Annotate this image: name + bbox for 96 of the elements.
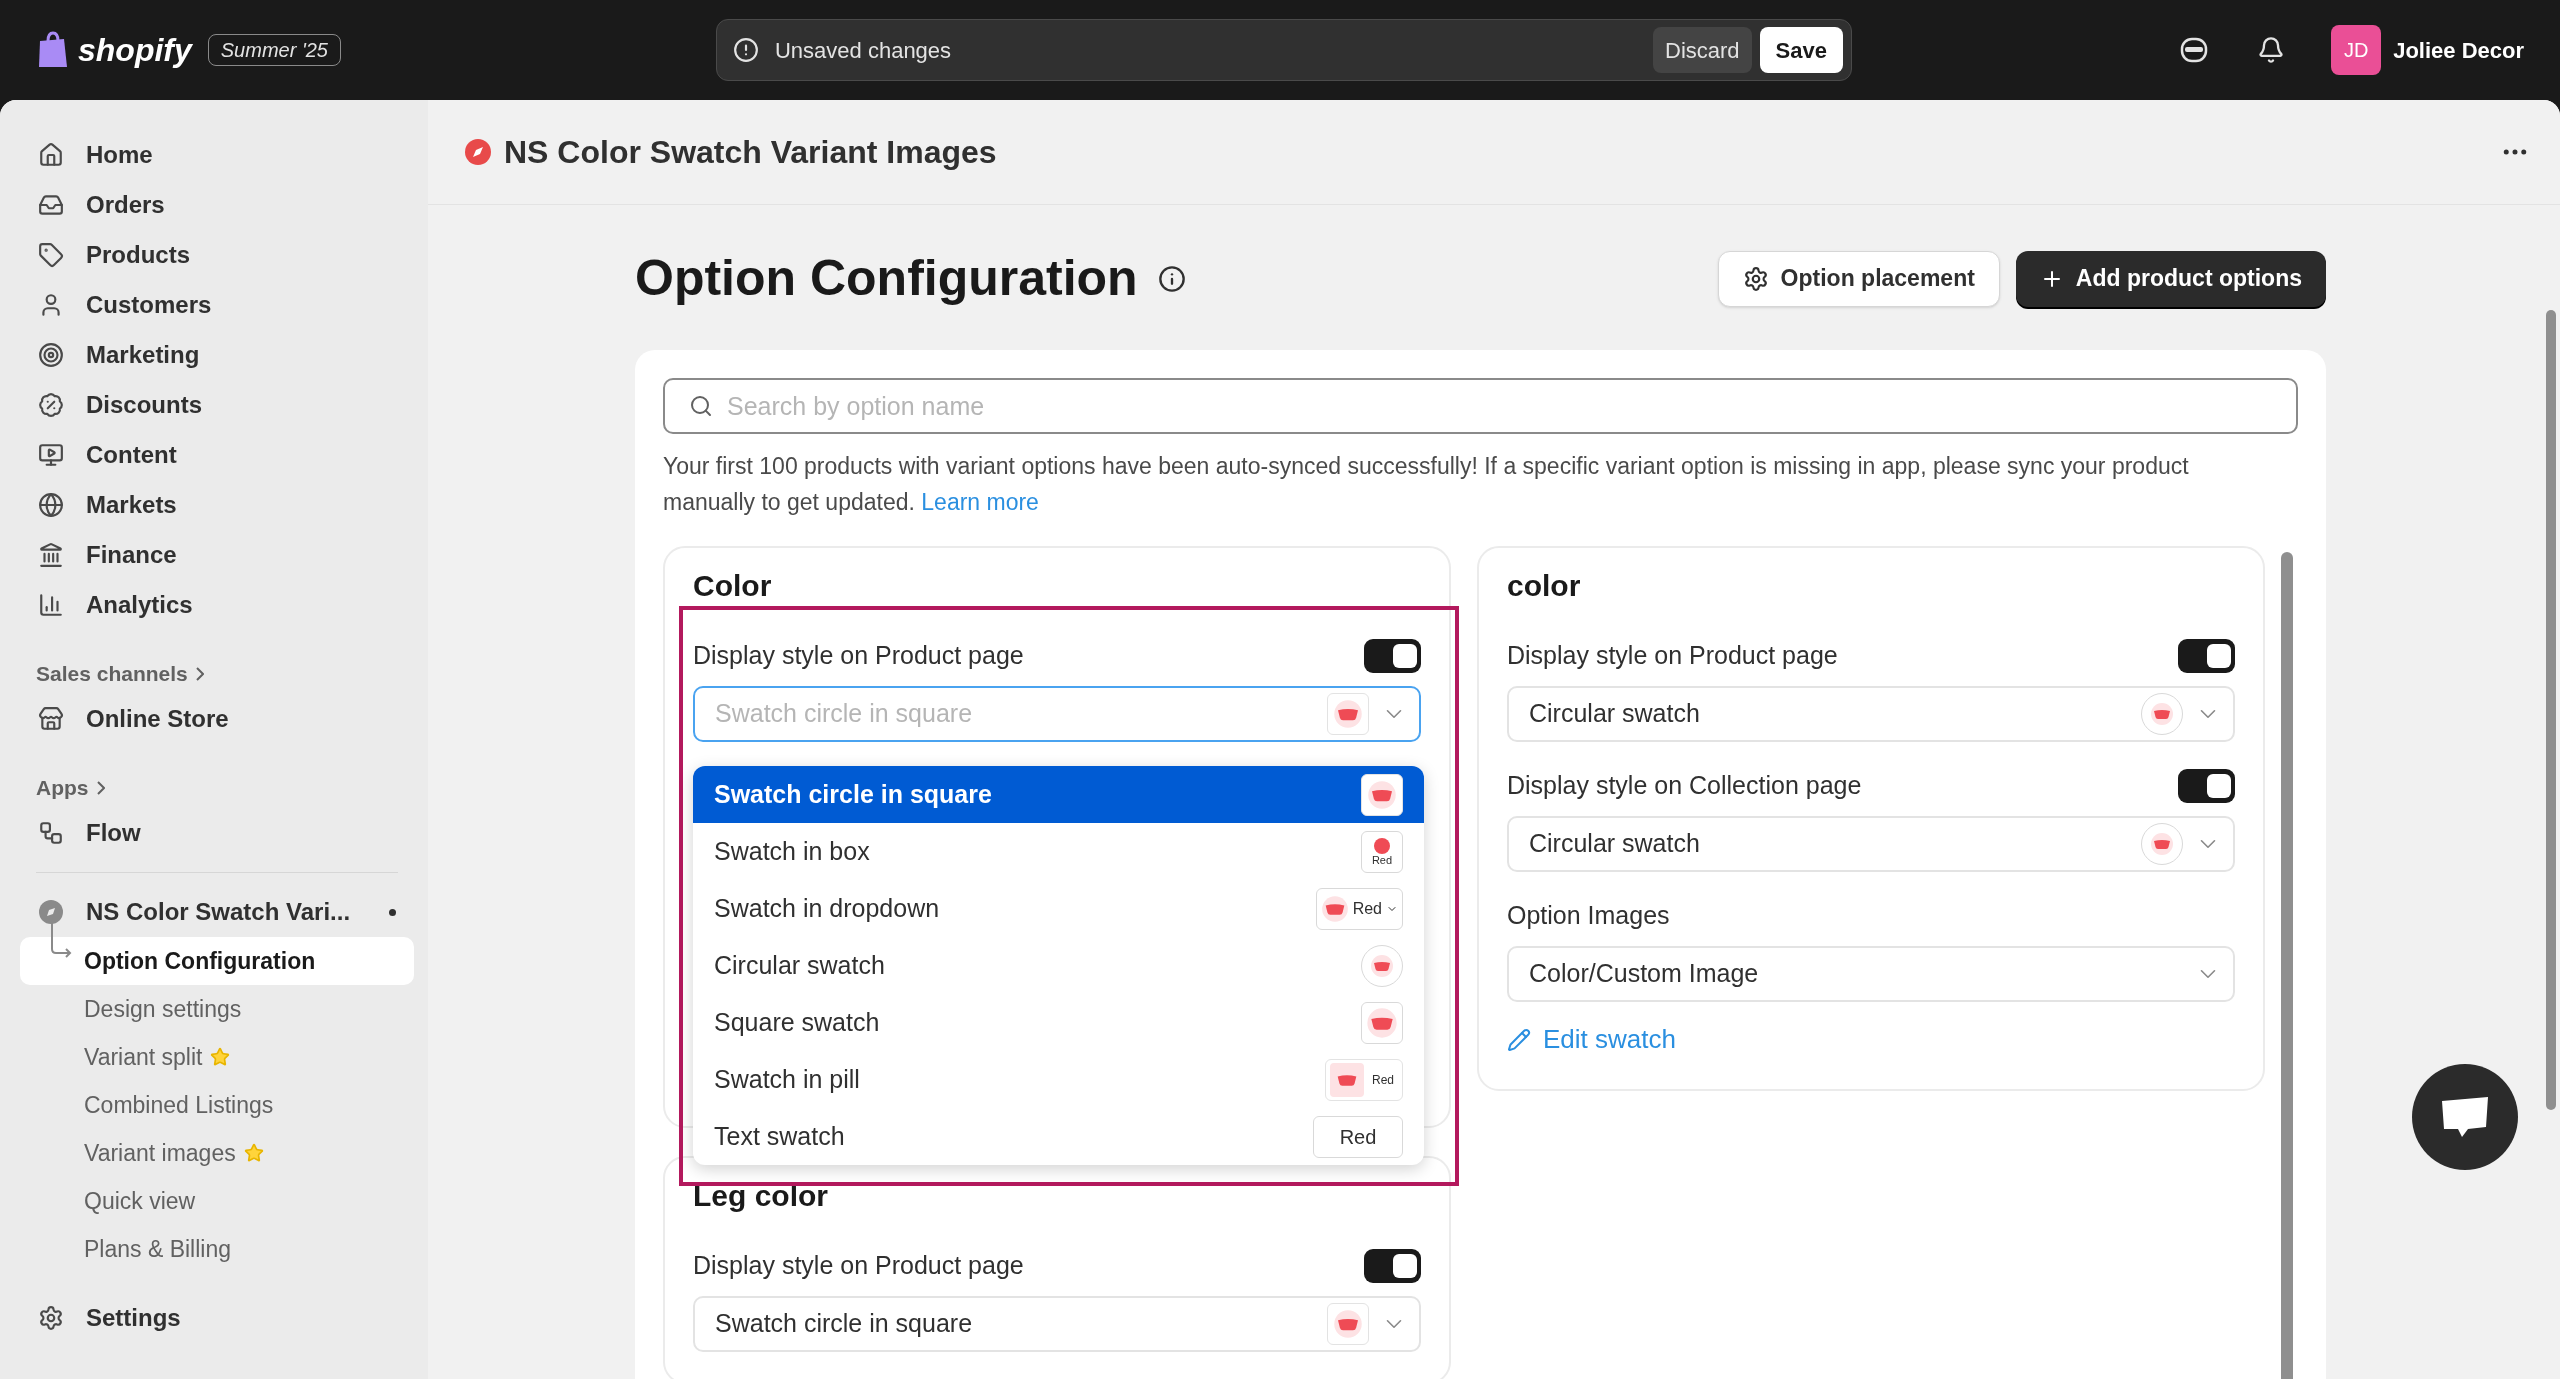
nav-item[interactable]: Online Store [20, 694, 414, 744]
select-field[interactable]: Swatch circle in square [693, 1296, 1421, 1352]
setting-label: Display style on Collection page [1507, 770, 1862, 802]
add-options-button[interactable]: Add product options [2015, 250, 2326, 307]
search-field[interactable]: Search by option name [663, 378, 2298, 434]
nav-item[interactable]: Markets [20, 480, 414, 530]
subnav-item[interactable]: Quick view [20, 1177, 414, 1225]
nav-item[interactable]: Finance [20, 530, 414, 580]
compass-icon [38, 899, 64, 925]
select-field[interactable]: Circular swatch [1507, 816, 2235, 872]
info-icon[interactable] [1157, 264, 1186, 293]
select-field[interactable]: Color/Custom Image [1507, 946, 2235, 1002]
user-name[interactable]: Joliee Decor [2393, 33, 2524, 67]
subnav-item[interactable]: Plans & Billing [20, 1225, 414, 1273]
bowl-icon [2150, 832, 2174, 856]
nav-item[interactable]: Orders [20, 180, 414, 230]
monitor-icon [38, 442, 64, 468]
chevron-icon [96, 781, 105, 795]
page-title: Option Configuration [635, 249, 1138, 308]
nav-item[interactable]: Products [20, 230, 414, 280]
inbox-icon [38, 192, 64, 218]
select-field[interactable]: Circular swatch [1507, 686, 2235, 742]
section-heading[interactable]: Sales channels [36, 658, 188, 690]
edition-badge: Summer '25 [207, 34, 341, 66]
option-title: Leg color [693, 1178, 829, 1214]
alert-icon [732, 37, 759, 63]
toggle-switch[interactable] [2178, 639, 2235, 673]
discard-button[interactable]: Discard [1653, 27, 1752, 73]
page-scrollbar[interactable] [2546, 310, 2556, 1110]
dropdown-option[interactable]: Circular swatch [693, 937, 1424, 994]
bowl-icon [1333, 699, 1363, 729]
dropdown-option[interactable]: Swatch in box Red [693, 823, 1424, 880]
section-heading[interactable]: Apps [36, 772, 89, 804]
nav-item[interactable]: Home [20, 130, 414, 180]
toggle-switch[interactable] [2178, 769, 2235, 803]
pencil-icon [1507, 1027, 1531, 1052]
bowl-icon [1367, 779, 1397, 810]
home-icon [38, 142, 64, 168]
shopping-bag-icon [36, 31, 70, 69]
store-icon [38, 706, 64, 732]
app-title: NS Color Swatch Variant Images [504, 133, 998, 172]
toggle-switch[interactable] [1364, 1249, 1421, 1283]
flow-icon [38, 820, 64, 846]
gear-icon [1742, 265, 1769, 292]
subnav-item[interactable]: Variant split [20, 1033, 414, 1081]
nav-item[interactable]: Content [20, 430, 414, 480]
chevron-icon [195, 667, 204, 681]
search-icon [689, 394, 713, 418]
setting-label: Display style on Product page [1507, 640, 1838, 672]
settings-icon [38, 1305, 64, 1331]
target-icon [38, 342, 64, 368]
swatch-label: Red [1371, 853, 1393, 866]
toggle-switch[interactable] [1364, 639, 1421, 673]
setting-label: Option Images [1507, 900, 1670, 932]
learn-more-link[interactable]: Learn more [921, 489, 1039, 515]
dropdown-option[interactable]: Swatch in dropdown Red [693, 880, 1424, 937]
swatch-preview: Red [1313, 1115, 1403, 1158]
globe-icon [38, 492, 64, 518]
app-name[interactable]: NS Color Swatch Vari... [86, 894, 367, 930]
dropdown-option[interactable]: Swatch in pill Red [693, 1051, 1424, 1108]
save-button[interactable]: Save [1759, 27, 1843, 73]
sync-notice: Your first 100 products with variant options have been auto-synced successfully! If a specific variant option is missing in app, please sync your product manually to get updated. Learn more [663, 452, 2190, 517]
bowl-icon [1370, 953, 1394, 978]
scrollbar[interactable] [2281, 552, 2293, 1379]
dropdown-option[interactable]: Swatch circle in square [693, 766, 1424, 823]
unsaved-notice: Unsaved changes [774, 36, 953, 65]
bowl-icon [2150, 702, 2174, 726]
badge-icon [38, 392, 64, 418]
nav-item[interactable]: Flow [20, 808, 414, 858]
subnav-item[interactable]: Combined Listings [20, 1081, 414, 1129]
tag-icon [38, 242, 64, 268]
nav-item[interactable]: Customers [20, 280, 414, 330]
placement-button[interactable]: Option placement [1717, 250, 2000, 307]
bell-icon[interactable] [2257, 36, 2286, 64]
bowl-icon [1333, 1309, 1363, 1339]
swatch-label: Red [1352, 898, 1382, 919]
option-title: Color [693, 568, 773, 604]
option-title: color [1507, 568, 1582, 604]
subnav-item[interactable]: Variant images [20, 1129, 414, 1177]
bank-icon [38, 542, 64, 568]
swatch-label: Red [1372, 1071, 1395, 1089]
nav-item[interactable]: Discounts [20, 380, 414, 430]
nav-item[interactable]: Settings [20, 1293, 414, 1343]
setting-label: Display style on Product page [693, 640, 1024, 672]
subnav-item[interactable]: Design settings [20, 985, 414, 1033]
nav-item[interactable]: Analytics [20, 580, 414, 630]
dropdown-option[interactable]: Square swatch [693, 994, 1424, 1051]
app-logo-icon [464, 138, 492, 166]
dot-icon [1374, 837, 1390, 854]
bar-chart-icon [38, 592, 64, 618]
dropdown-option[interactable]: Text swatch Red [693, 1108, 1424, 1165]
subnav-item[interactable]: Option Configuration [20, 937, 414, 985]
bowl-icon [1320, 894, 1349, 923]
brand-name: shopify [78, 31, 192, 70]
setting-label: Display style on Product page [693, 1250, 1024, 1282]
nav-item[interactable]: Marketing [20, 330, 414, 380]
